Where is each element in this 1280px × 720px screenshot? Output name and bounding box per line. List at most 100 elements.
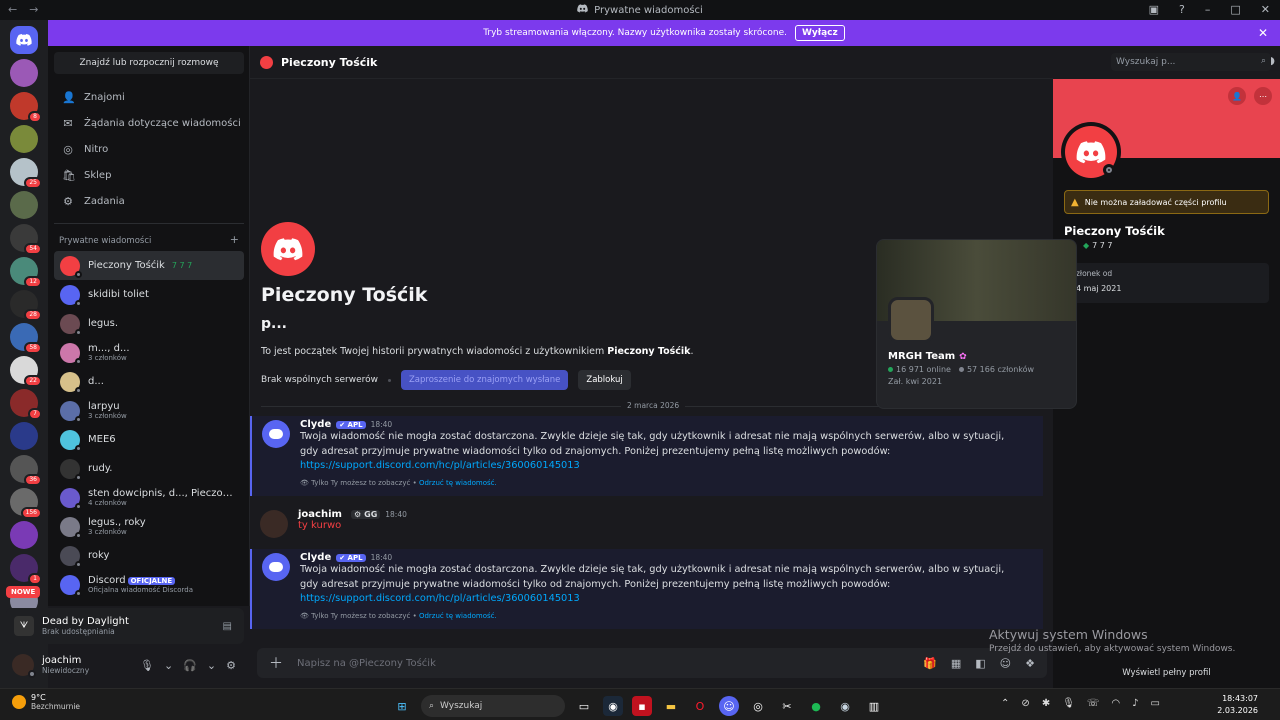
server-icon[interactable]: 156 — [10, 488, 42, 519]
dm-item[interactable]: rudy. — [54, 454, 244, 483]
header-search-input[interactable]: Wyszukaj p... ⌕ — [1111, 53, 1271, 71]
clyde-avatar[interactable] — [262, 553, 290, 581]
wifi-icon[interactable]: ◠ — [1111, 698, 1120, 709]
dismiss-link[interactable]: Odrzuć tę wiadomość. — [419, 612, 497, 620]
create-dm-icon[interactable]: + — [230, 233, 239, 246]
message-composer[interactable]: ＋ Napisz na @Pieczony Tośćik 🎁 ▦ ◧ ☺ ❖ — [257, 648, 1047, 678]
dm-item[interactable]: d... — [54, 367, 244, 396]
tray-arrow-icon[interactable]: ⌃ — [1001, 698, 1009, 709]
app-bars-icon[interactable]: ▥ — [864, 696, 884, 716]
dm-nav-item[interactable]: ⚙ Zadania — [54, 188, 244, 214]
dm-item[interactable]: m..., d... 3 członków — [54, 338, 244, 367]
app-red-icon[interactable]: ▪ — [632, 696, 652, 716]
close-banner-icon[interactable]: ✕ — [1258, 26, 1268, 40]
more-options-icon[interactable]: ⋯ — [1254, 87, 1272, 105]
capcut-icon[interactable]: ✂ — [777, 696, 797, 716]
notifications-icon[interactable]: ☏ — [1087, 698, 1100, 709]
server-icon[interactable]: 1 — [10, 554, 42, 585]
server-icon[interactable] — [10, 422, 38, 450]
bluetooth-icon[interactable]: ✱ — [1042, 698, 1050, 709]
message-author[interactable]: joachim — [298, 509, 342, 520]
battery-icon[interactable]: ▭ — [1151, 698, 1160, 709]
chevron-down-icon[interactable]: ⌄ — [207, 659, 216, 672]
dm-item[interactable]: legus. — [54, 309, 244, 338]
message-link[interactable]: https://support.discord.com/hc/pl/articl… — [300, 459, 1023, 474]
spotify-icon[interactable]: ● — [806, 696, 826, 716]
app-icon[interactable]: ◎ — [748, 696, 768, 716]
taskbar-search[interactable]: ⌕ Wyszukaj — [421, 695, 565, 717]
dm-item[interactable]: Pieczony Tośćik 7 7 7 — [54, 251, 244, 280]
clyde-avatar[interactable] — [262, 420, 290, 448]
dm-nav-item[interactable]: ✉ Żądania dotyczące wiadomości — [54, 110, 244, 136]
server-icon[interactable] — [10, 191, 38, 219]
opera-icon[interactable]: O — [690, 696, 710, 716]
server-icon[interactable]: 28 — [10, 290, 42, 321]
discord-taskbar-icon[interactable]: ☺ — [719, 696, 739, 716]
dm-item[interactable]: roky — [54, 541, 244, 570]
steam-icon[interactable]: ◉ — [603, 696, 623, 716]
network-off-icon[interactable]: ⊘ — [1021, 698, 1029, 709]
inbox-icon[interactable]: ▣ — [1149, 3, 1159, 16]
server-icon[interactable]: 54 — [10, 224, 42, 255]
volume-icon[interactable]: ♪ — [1132, 698, 1138, 709]
message-author[interactable]: Clyde — [300, 552, 331, 563]
dm-nav-item[interactable]: 🛍 Sklep — [54, 162, 244, 188]
stream-icon[interactable]: ▤ — [223, 621, 232, 632]
disable-streamer-button[interactable]: Wyłącz — [794, 25, 845, 41]
activity-panel[interactable]: ᗐ Dead by Daylight Brak udostępniania ▤ — [6, 608, 244, 644]
task-view-icon[interactable]: ▭ — [574, 696, 594, 716]
server-icon[interactable] — [10, 521, 38, 549]
avatar[interactable] — [12, 654, 36, 678]
friend-request-sent-button[interactable]: Zaproszenie do znajomych wysłane — [400, 370, 569, 390]
server-icon[interactable]: 22 — [10, 356, 42, 387]
gift-icon[interactable]: 🎁 — [923, 657, 937, 670]
dm-item[interactable]: MEE6 — [54, 425, 244, 454]
dm-nav-item[interactable]: 👤 Znajomi — [54, 84, 244, 110]
dm-item[interactable]: skidibi toliet — [54, 280, 244, 309]
mic-icon[interactable]: 🎙 — [1062, 698, 1075, 709]
microphone-icon[interactable]: 🎙 — [140, 659, 154, 672]
dismiss-link[interactable]: Odrzuć tę wiadomość. — [419, 479, 497, 487]
windows-start-icon[interactable]: ⊞ — [392, 696, 412, 716]
emoji-icon[interactable]: ☺ — [1000, 657, 1011, 670]
dm-nav-item[interactable]: ◎ Nitro — [54, 136, 244, 162]
dm-item[interactable]: legus., roky 3 członków — [54, 512, 244, 541]
clock[interactable]: 18:43:07 2.03.2026 — [1217, 693, 1258, 717]
joachim-avatar[interactable] — [260, 510, 288, 538]
message-author[interactable]: Clyde — [300, 419, 331, 430]
server-icon[interactable]: 8 — [10, 92, 42, 123]
weather-widget[interactable]: 9°C Bezchmurnie — [12, 693, 80, 711]
profile-avatar[interactable] — [1061, 122, 1121, 182]
dm-item[interactable]: sten dowcipnis, d..., Pieczony T... 4 czł… — [54, 483, 244, 512]
sticker-icon[interactable]: ◧ — [975, 657, 985, 670]
server-icon[interactable] — [10, 125, 38, 153]
server-icon[interactable]: 7 — [10, 389, 42, 420]
chevron-down-icon[interactable]: ⌄ — [164, 659, 173, 672]
settings-gear-icon[interactable]: ⚙ — [226, 659, 236, 672]
steam-2-icon[interactable]: ◉ — [835, 696, 855, 716]
apps-icon[interactable]: ❖ — [1025, 657, 1035, 670]
add-friend-icon[interactable]: 👤 — [1228, 87, 1246, 105]
close-window-icon[interactable]: ✕ — [1261, 3, 1270, 16]
add-attachment-icon[interactable]: ＋ — [269, 653, 283, 673]
dm-item[interactable]: Discord OFICJALNE Oficjalna wiadomość Disc… — [54, 570, 244, 599]
server-icon[interactable]: 12 — [10, 257, 42, 288]
server-icon[interactable]: 36 — [10, 455, 42, 486]
server-icon[interactable]: 25 — [10, 158, 42, 189]
profile-guild-tag[interactable]: ◆ 7 7 7 — [1083, 241, 1113, 250]
maximize-icon[interactable]: □ — [1230, 3, 1240, 16]
find-conversation-button[interactable]: Znajdź lub rozpocznij rozmowę — [54, 52, 244, 74]
headphones-icon[interactable]: 🎧 — [183, 659, 197, 672]
minimize-icon[interactable]: – — [1205, 3, 1211, 16]
block-button[interactable]: Zablokuj — [578, 370, 631, 390]
message-link[interactable]: https://support.discord.com/hc/pl/articl… — [300, 592, 1023, 607]
server-icon[interactable]: 58 — [10, 323, 42, 354]
home-dm-button[interactable] — [10, 26, 38, 54]
guild-avatar[interactable] — [888, 297, 934, 343]
view-full-profile-link[interactable]: Wyświetl pełny profil — [1053, 668, 1280, 678]
help-icon[interactable]: ? — [1179, 3, 1185, 16]
file-explorer-icon[interactable]: ▬ — [661, 696, 681, 716]
dm-item[interactable]: larpyu 3 członków — [54, 396, 244, 425]
server-icon[interactable] — [10, 59, 38, 87]
gif-icon[interactable]: ▦ — [951, 657, 961, 670]
